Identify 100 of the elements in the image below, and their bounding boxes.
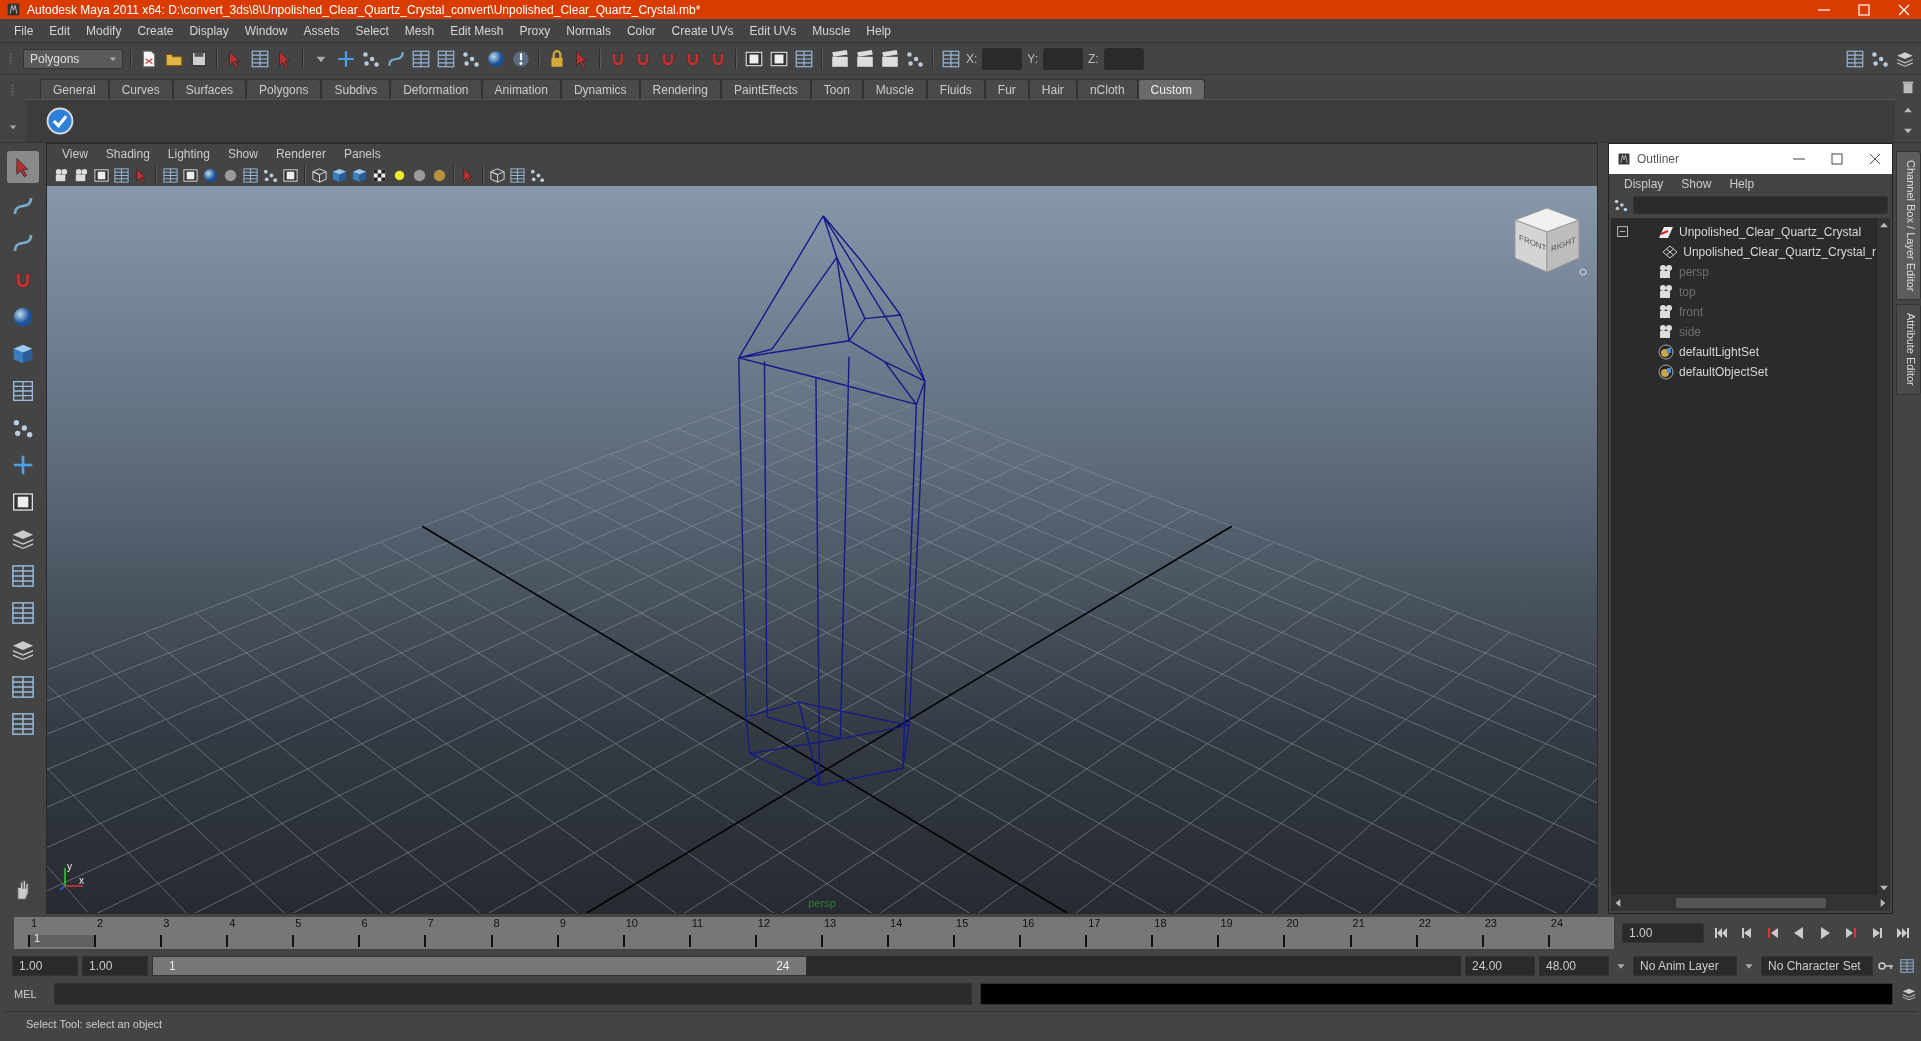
range-slider[interactable]: 1 24 bbox=[152, 956, 807, 976]
grid-icon[interactable] bbox=[162, 166, 179, 184]
menu-item[interactable]: Mesh bbox=[396, 23, 443, 38]
outliner-menu-item[interactable]: Show bbox=[1672, 177, 1721, 191]
menu-item[interactable]: File bbox=[6, 23, 42, 38]
range-slider-track[interactable]: 1 24 bbox=[152, 956, 1461, 976]
mode-dropdown[interactable]: Polygons bbox=[23, 48, 123, 69]
shelf-tab[interactable]: Muscle bbox=[862, 79, 927, 99]
panel-menu-item[interactable]: Shading bbox=[96, 147, 159, 161]
outliner-item[interactable]: defaultLightSet bbox=[1611, 342, 1876, 362]
panel-menu-item[interactable]: Show bbox=[218, 147, 267, 161]
menu-item[interactable]: Help bbox=[858, 23, 899, 38]
maximize-icon[interactable] bbox=[1828, 150, 1846, 168]
menu-item[interactable]: Edit Mesh bbox=[442, 23, 512, 38]
side-tab[interactable]: Attribute Editor bbox=[1896, 304, 1921, 396]
end-time-field[interactable]: 48.00 bbox=[1539, 956, 1609, 976]
grid-icon[interactable] bbox=[10, 674, 36, 700]
time-slider[interactable]: 1 1 2 3 4 5 6 7 8 9 10 11 12 13 14 15 16 17 18 19 20 21 22 23 24 bbox=[14, 917, 1614, 949]
menu-item[interactable]: Normals bbox=[558, 23, 619, 38]
sphere-icon[interactable] bbox=[202, 166, 219, 184]
coordinate-field[interactable] bbox=[1043, 47, 1084, 70]
select-tool-button[interactable] bbox=[7, 151, 39, 183]
playback-start-field[interactable]: 1.00 bbox=[82, 956, 148, 976]
shelf-tab[interactable]: Animation bbox=[481, 79, 561, 99]
shelf-tab[interactable]: Curves bbox=[108, 79, 173, 99]
grid-icon[interactable] bbox=[10, 563, 36, 589]
coordinate-field[interactable] bbox=[1103, 47, 1144, 70]
sphere-icon[interactable] bbox=[11, 305, 35, 329]
grid-icon[interactable] bbox=[11, 379, 35, 403]
checkmark-circle-icon[interactable] bbox=[46, 107, 74, 135]
playback-end-field[interactable]: 24.00 bbox=[1465, 956, 1535, 976]
shelf-tab[interactable]: Custom bbox=[1137, 79, 1205, 99]
clapper-icon[interactable] bbox=[880, 48, 900, 69]
menu-item[interactable]: Proxy bbox=[511, 23, 559, 38]
outliner-item[interactable]: defaultObjectSet bbox=[1611, 362, 1876, 382]
panel-menu-item[interactable]: Renderer bbox=[266, 147, 335, 161]
move-cross-icon[interactable] bbox=[11, 453, 35, 477]
outliner-menu-item[interactable]: Help bbox=[1720, 177, 1764, 191]
grid-icon[interactable] bbox=[1845, 48, 1865, 69]
crystal-wireframe[interactable] bbox=[738, 215, 926, 787]
collapse-box-icon[interactable] bbox=[1615, 224, 1631, 240]
grid-icon[interactable] bbox=[941, 48, 961, 69]
layers-icon[interactable] bbox=[1901, 986, 1917, 1002]
dots-icon[interactable] bbox=[1613, 197, 1629, 213]
shelf-tab[interactable]: General bbox=[40, 79, 109, 99]
grid-icon[interactable] bbox=[794, 48, 814, 69]
outliner-item[interactable]: side bbox=[1611, 322, 1876, 342]
clapper-icon[interactable] bbox=[855, 48, 875, 69]
outliner-menu-item[interactable]: Display bbox=[1615, 177, 1673, 191]
outliner-item[interactable]: top bbox=[1611, 282, 1876, 302]
cube-icon[interactable] bbox=[11, 342, 35, 366]
shelf-tab[interactable]: Rendering bbox=[639, 79, 721, 99]
menu-item[interactable]: Color bbox=[618, 23, 664, 38]
filter-field[interactable] bbox=[1633, 196, 1888, 214]
shelf-tab[interactable]: Toon bbox=[810, 79, 863, 99]
outliner-item[interactable]: persp bbox=[1611, 262, 1876, 282]
menu-item[interactable]: Assets bbox=[295, 23, 348, 38]
grid-icon[interactable] bbox=[242, 166, 259, 184]
outliner-item[interactable]: Unpolished_Clear_Quartz_Crystal_r bbox=[1611, 242, 1876, 262]
wireframe-cube-icon[interactable] bbox=[311, 166, 328, 184]
menu-item[interactable]: Edit UVs bbox=[741, 23, 805, 38]
current-time-field[interactable]: 1.00 bbox=[1622, 923, 1704, 943]
menu-item[interactable]: Edit bbox=[41, 23, 79, 38]
grid-icon[interactable] bbox=[10, 711, 36, 737]
shelf-tab[interactable]: Polygons bbox=[246, 79, 322, 99]
grid-icon[interactable] bbox=[411, 48, 431, 69]
menu-item[interactable]: Modify bbox=[78, 23, 130, 38]
shelf-tab[interactable]: PaintEffects bbox=[720, 79, 811, 99]
shelf-tab[interactable]: Hair bbox=[1028, 79, 1077, 99]
outliner-item[interactable]: front bbox=[1611, 302, 1876, 322]
panel-menu-item[interactable]: Panels bbox=[334, 147, 390, 161]
menu-item[interactable]: Muscle bbox=[804, 23, 859, 38]
outliner-item[interactable]: Unpolished_Clear_Quartz_Crystal bbox=[1611, 222, 1876, 242]
shelf-tab[interactable]: Subdivs bbox=[321, 79, 391, 99]
menu-item[interactable]: Create bbox=[129, 23, 182, 38]
sphere-icon[interactable] bbox=[486, 48, 506, 69]
start-time-field[interactable]: 1.00 bbox=[12, 956, 78, 976]
grid-icon[interactable] bbox=[10, 600, 36, 626]
menu-item[interactable]: Display bbox=[181, 23, 237, 38]
shelf-tab[interactable]: Deformation bbox=[390, 79, 482, 99]
shelf-tab[interactable]: Dynamics bbox=[560, 79, 640, 99]
cube-icon[interactable] bbox=[351, 166, 368, 184]
camera-icon[interactable] bbox=[53, 166, 70, 184]
grid-icon[interactable] bbox=[1899, 958, 1915, 974]
menu-item[interactable]: Create UVs bbox=[663, 23, 742, 38]
shelf-tab[interactable]: Fur bbox=[984, 79, 1029, 99]
side-tab[interactable]: Channel Box / Layer Editor bbox=[1896, 151, 1921, 301]
move-cross-icon[interactable] bbox=[336, 48, 356, 69]
camera-icon[interactable] bbox=[73, 166, 90, 184]
grid-icon[interactable] bbox=[436, 48, 456, 69]
shelf-tab[interactable]: Fluids bbox=[926, 79, 985, 99]
trash-icon[interactable] bbox=[1900, 79, 1916, 95]
command-input[interactable] bbox=[54, 983, 972, 1005]
grid-icon[interactable] bbox=[250, 48, 270, 69]
anim-layer-dropdown[interactable]: No Anim Layer bbox=[1633, 956, 1737, 976]
shelf-tab[interactable]: nCloth bbox=[1076, 79, 1138, 99]
menu-item[interactable]: Select bbox=[347, 23, 397, 38]
panel-menu-item[interactable]: Lighting bbox=[158, 147, 219, 161]
grid-icon[interactable] bbox=[113, 166, 130, 184]
panel-menu-item[interactable]: View bbox=[53, 147, 97, 161]
